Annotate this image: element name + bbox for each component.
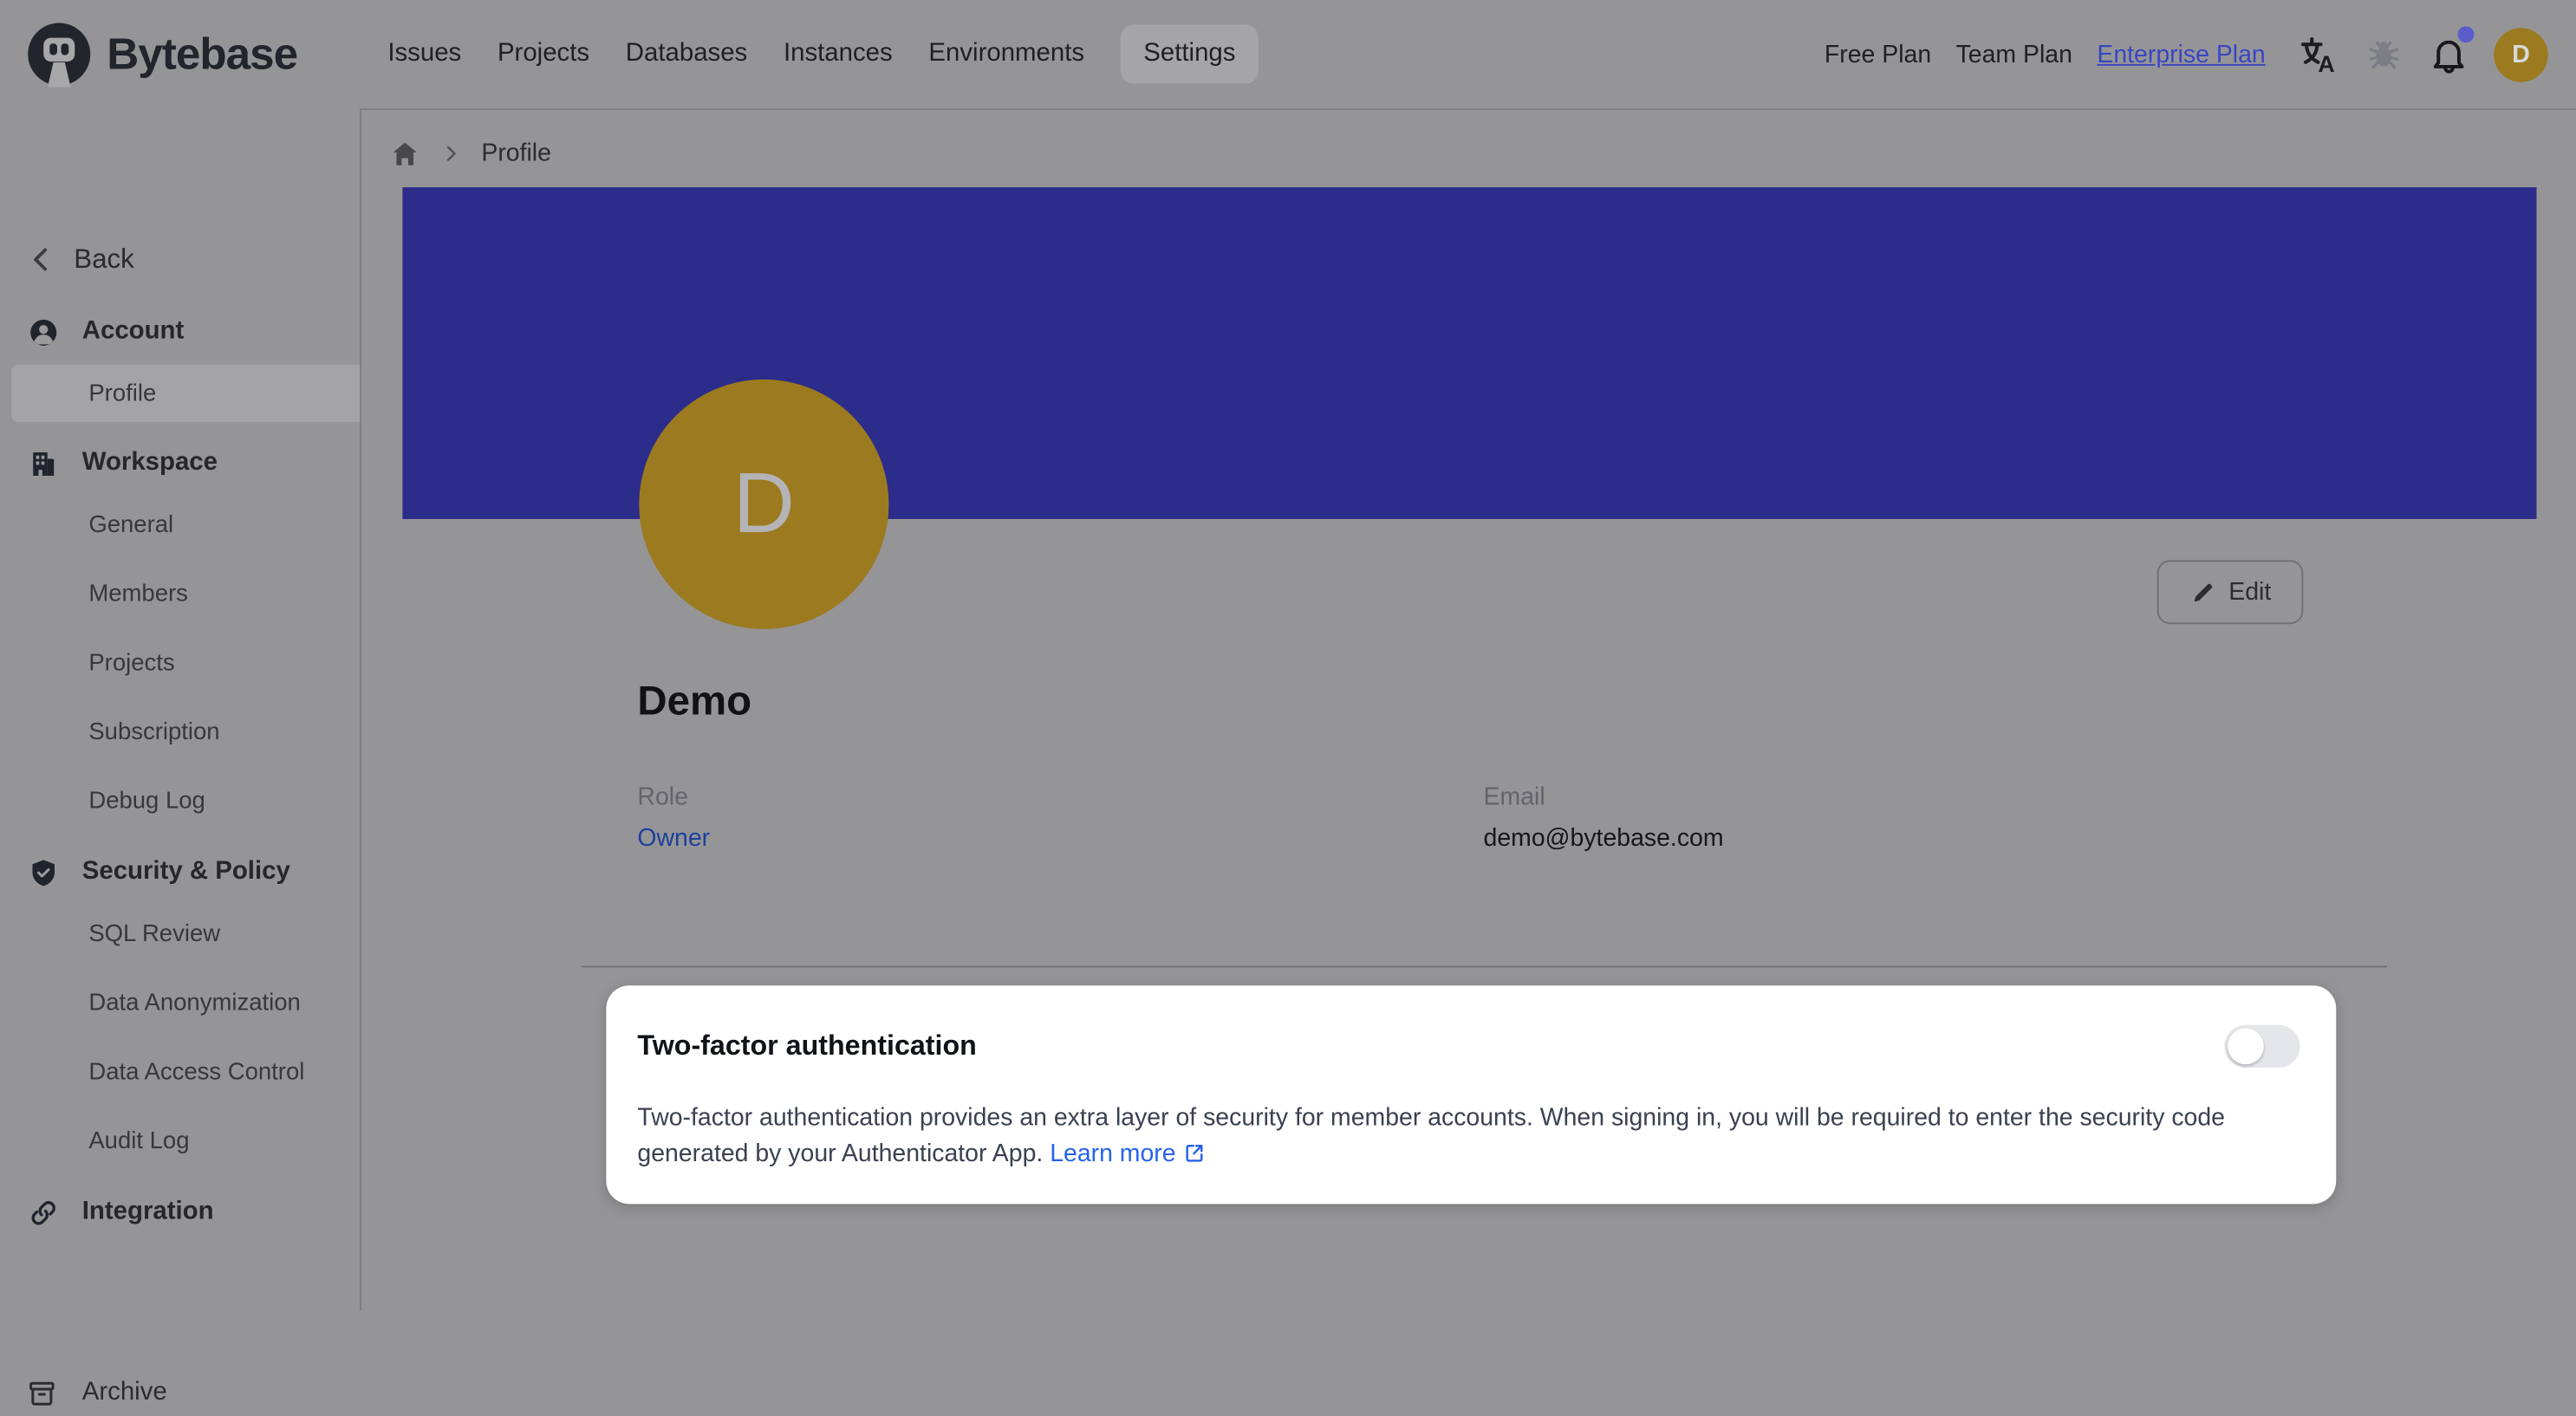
two-factor-auth-toggle[interactable] bbox=[2224, 1025, 2300, 1068]
role-label: Role bbox=[637, 783, 687, 813]
chevron-right-icon bbox=[440, 143, 462, 165]
email-label: Email bbox=[1484, 783, 1545, 813]
toggle-knob bbox=[2228, 1029, 2264, 1065]
nav-instances[interactable]: Instances bbox=[784, 39, 893, 68]
notifications-button[interactable] bbox=[2428, 34, 2469, 75]
nav-right-cluster: Free Plan Team Plan Enterprise Plan A bbox=[1825, 0, 2548, 108]
app-root: Bytebase Issues Projects Databases Insta… bbox=[0, 0, 2576, 1311]
nav-environments[interactable]: Environments bbox=[928, 39, 1084, 68]
nav-projects[interactable]: Projects bbox=[498, 39, 589, 68]
user-avatar[interactable]: D bbox=[2494, 27, 2548, 81]
settings-sidebar: Back Account Profile bbox=[0, 108, 361, 1310]
svg-text:A: A bbox=[2318, 51, 2334, 75]
edit-profile-button[interactable]: Edit bbox=[2157, 560, 2304, 624]
pencil-icon bbox=[2189, 579, 2215, 605]
bytebase-wordmark: Bytebase bbox=[107, 29, 297, 80]
translate-icon[interactable]: A bbox=[2297, 33, 2339, 75]
building-icon bbox=[28, 447, 59, 478]
shield-check-icon bbox=[28, 856, 59, 887]
user-icon bbox=[28, 316, 59, 348]
sidebar-group-integration: Integration bbox=[0, 1189, 360, 1235]
sidebar-item-members[interactable]: Members bbox=[0, 572, 360, 618]
section-divider bbox=[582, 965, 2387, 967]
sidebar-item-data-anonymization[interactable]: Data Anonymization bbox=[0, 981, 360, 1027]
profile-name: Demo bbox=[637, 679, 751, 726]
breadcrumb: Profile bbox=[389, 138, 551, 169]
team-plan-label[interactable]: Team Plan bbox=[1956, 40, 2072, 68]
role-value-link[interactable]: Owner bbox=[637, 824, 710, 854]
sidebar-item-sql-review[interactable]: SQL Review bbox=[0, 912, 360, 958]
two-factor-auth-description: Two-factor authentication provides an ex… bbox=[637, 1101, 2329, 1172]
two-factor-auth-card: Two-factor authentication Two-factor aut… bbox=[606, 985, 2336, 1204]
sidebar-item-projects[interactable]: Projects bbox=[0, 640, 360, 686]
sidebar-group-security-policy: Security & Policy bbox=[0, 849, 360, 895]
home-icon[interactable] bbox=[389, 138, 420, 169]
chevron-left-icon bbox=[24, 244, 57, 276]
link-icon bbox=[28, 1197, 59, 1228]
sidebar-scroll-area: Back Account Profile bbox=[0, 108, 360, 1235]
bytebase-logo[interactable]: Bytebase bbox=[23, 8, 298, 100]
enterprise-plan-link[interactable]: Enterprise Plan bbox=[2097, 40, 2265, 68]
sidebar-item-subscription[interactable]: Subscription bbox=[0, 710, 360, 756]
notification-badge-dot bbox=[2458, 25, 2475, 42]
sidebar-item-archive[interactable]: Archive bbox=[0, 1370, 386, 1416]
sidebar-item-audit-log[interactable]: Audit Log bbox=[0, 1119, 360, 1165]
nav-issues[interactable]: Issues bbox=[387, 39, 461, 68]
external-link-icon bbox=[1182, 1140, 1206, 1164]
bytebase-logo-icon bbox=[23, 8, 95, 100]
sidebar-item-data-access-control[interactable]: Data Access Control bbox=[0, 1049, 360, 1095]
bug-icon[interactable] bbox=[2364, 35, 2403, 74]
sidebar-item-debug-log[interactable]: Debug Log bbox=[0, 778, 360, 824]
learn-more-link[interactable]: Learn more bbox=[1050, 1139, 1206, 1166]
email-value: demo@bytebase.com bbox=[1484, 824, 1724, 854]
profile-avatar[interactable]: D bbox=[639, 380, 888, 629]
nav-databases[interactable]: Databases bbox=[626, 39, 747, 68]
sidebar-group-account: Account bbox=[0, 309, 360, 354]
two-factor-auth-title: Two-factor authentication bbox=[637, 1030, 976, 1062]
back-button[interactable]: Back bbox=[0, 237, 360, 283]
sidebar-item-profile[interactable]: Profile bbox=[11, 365, 360, 422]
sidebar-item-general[interactable]: General bbox=[0, 503, 360, 549]
free-plan-label[interactable]: Free Plan bbox=[1825, 40, 1931, 68]
nav-settings[interactable]: Settings bbox=[1121, 24, 1259, 83]
main-nav: Issues Projects Databases Instances Envi… bbox=[387, 0, 1259, 108]
archive-icon bbox=[26, 1377, 57, 1408]
top-navbar: Bytebase Issues Projects Databases Insta… bbox=[0, 0, 2576, 110]
breadcrumb-current-page[interactable]: Profile bbox=[481, 140, 551, 167]
sidebar-group-workspace: Workspace bbox=[0, 440, 360, 486]
